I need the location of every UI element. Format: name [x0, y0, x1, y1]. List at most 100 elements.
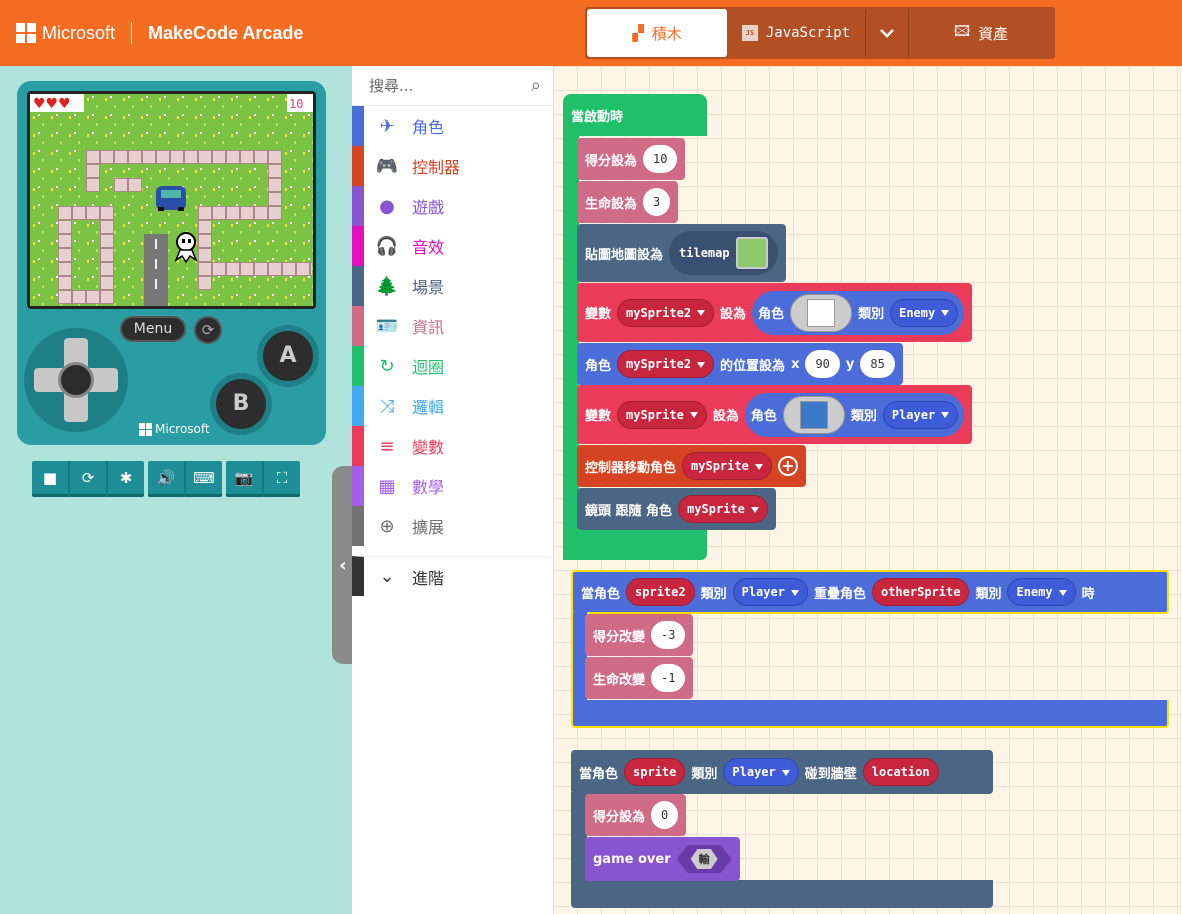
game-canvas[interactable]: ♥♥♥ 10 — [30, 94, 313, 306]
category-0[interactable]: ✈ 角色 — [352, 106, 553, 146]
add-icon[interactable]: + — [777, 456, 798, 476]
tilemap-thumbnail[interactable] — [735, 237, 768, 269]
change-life-block[interactable]: 生命改變 -1 — [585, 657, 694, 699]
label: 得分設為 — [593, 809, 646, 825]
life-change-input[interactable]: -1 — [651, 664, 686, 692]
category-icon: ▦ — [378, 475, 396, 497]
tab-assets[interactable]: 🖾 資產 — [909, 9, 1053, 57]
category-4[interactable]: 🌲 場景 — [352, 266, 553, 306]
label: 貼圖地圖設為 — [585, 247, 664, 263]
category-list: ✈ 角色 🎮 控制器 ● 遊戲 🎧 音效 🌲 場景 🪪 資訊 ↻ 迴圈 ⤨ 邏輯 ≡ 變數 ▦ 數學 ⊕ 擴展 ⌄ 進階 — [352, 106, 553, 596]
score-display: 10 — [289, 97, 303, 111]
joystick-center[interactable] — [58, 362, 94, 398]
tab-assets-label: 資產 — [978, 24, 1009, 43]
change-score-block[interactable]: 得分改變 -3 — [585, 614, 694, 656]
collapse-simulator-button[interactable]: ‹ — [332, 466, 354, 664]
category-9[interactable]: ▦ 數學 — [352, 466, 553, 506]
score-value-input[interactable]: 10 — [643, 145, 678, 173]
tilemap-field[interactable]: tilemap — [669, 231, 778, 275]
category-8[interactable]: ≡ 變數 — [352, 426, 553, 466]
set-mysprite-block[interactable]: 變數 mySprite 設為 角色 類別 Player — [577, 385, 973, 444]
search-icon[interactable]: ⌕ — [531, 75, 541, 96]
category-3[interactable]: 🎧 音效 — [352, 226, 553, 266]
menu-button[interactable]: Menu — [120, 316, 186, 342]
search-field[interactable]: 搜尋... ⌕ — [352, 66, 553, 106]
label: 重疊角色 — [813, 586, 866, 602]
brand[interactable]: Microsoft MakeCode Arcade — [16, 22, 303, 44]
life-value-input[interactable]: 3 — [643, 188, 671, 216]
sprite-dropdown[interactable]: mySprite — [682, 452, 772, 480]
category-label: 資訊 — [412, 318, 445, 337]
label: 當角色 — [581, 586, 621, 602]
tab-javascript[interactable]: JS JavaScript — [727, 9, 865, 57]
keyboard-icon[interactable]: ⌨ — [186, 461, 222, 497]
label: 變數 — [585, 307, 612, 322]
variable-dropdown[interactable]: mySprite — [617, 400, 707, 429]
sprite-dropdown[interactable]: mySprite2 — [617, 350, 715, 378]
other-sprite-param[interactable]: otherSprite — [871, 578, 970, 606]
sound-icon[interactable]: 🔊 — [148, 461, 184, 497]
player-image-field[interactable] — [782, 395, 845, 434]
set-mysprite2-block[interactable]: 變數 mySprite2 設為 角色 類別 Enemy — [577, 283, 973, 342]
on-start-block[interactable]: 當啟動時 — [563, 94, 707, 136]
category-label: 音效 — [412, 238, 445, 257]
blocks-workspace[interactable]: 當啟動時 得分設為 10 生命設為 3 貼圖地圖設為 tilemap 變數 mySpr… — [553, 66, 1182, 914]
move-sprite-block[interactable]: 控制器移動角色 mySprite + — [577, 445, 806, 487]
location-param[interactable]: location — [862, 758, 939, 786]
a-button[interactable]: A — [257, 325, 319, 387]
set-life-block[interactable]: 生命設為 3 — [577, 181, 679, 223]
on-overlap-block[interactable]: 當角色 sprite2 類別 Player 重疊角色 otherSprite 類別 Enemy… — [571, 570, 1169, 614]
category-label: 場景 — [412, 278, 445, 297]
score-value-input[interactable]: 0 — [651, 801, 679, 829]
category-icon: 🎧 — [375, 235, 399, 257]
restart-icon[interactable]: ⟳ — [70, 461, 106, 497]
camera-follow-block[interactable]: 鏡頭 跟隨 角色 mySprite — [577, 488, 776, 530]
microsoft-logo-icon — [16, 23, 36, 43]
kind-dropdown[interactable]: Player — [723, 758, 799, 786]
category-2[interactable]: ● 遊戲 — [352, 186, 553, 226]
stop-icon[interactable]: ■ — [32, 461, 68, 497]
sprite-param[interactable]: sprite — [624, 758, 686, 786]
sprite-param[interactable]: sprite2 — [626, 578, 695, 606]
kind-dropdown[interactable]: Enemy — [1007, 578, 1076, 606]
fullscreen-icon[interactable]: ⛶ — [264, 461, 300, 497]
set-tilemap-block[interactable]: 貼圖地圖設為 tilemap — [577, 224, 786, 282]
language-dropdown[interactable] — [865, 9, 909, 57]
kind-dropdown[interactable]: Player — [732, 578, 808, 606]
dpad[interactable] — [24, 328, 128, 432]
category-7[interactable]: ⤨ 邏輯 — [352, 386, 553, 426]
y-input[interactable]: 85 — [860, 350, 895, 378]
b-button[interactable]: B — [210, 373, 272, 435]
restart-icon[interactable]: ⟳ — [194, 316, 222, 344]
category-1[interactable]: 🎮 控制器 — [352, 146, 553, 186]
set-score-block[interactable]: 得分設為 10 — [577, 138, 686, 180]
category-5[interactable]: 🪪 資訊 — [352, 306, 553, 346]
score-change-input[interactable]: -3 — [651, 621, 686, 649]
label: 生命改變 — [593, 672, 646, 688]
game-screen[interactable]: ♥♥♥ 10 — [27, 91, 316, 309]
label: x — [791, 356, 800, 372]
game-over-block[interactable]: game over 輸 — [585, 837, 740, 881]
category-6[interactable]: ↻ 迴圈 — [352, 346, 553, 386]
kind-dropdown[interactable]: Enemy — [890, 298, 959, 327]
category-label: 擴展 — [412, 518, 445, 537]
on-hit-wall-block[interactable]: 當角色 sprite 類別 Player 碰到牆壁 location — [571, 750, 993, 794]
enemy-image-field[interactable] — [790, 293, 853, 332]
screenshot-icon[interactable]: 📷 — [226, 461, 262, 497]
category-11[interactable]: ⌄ 進階 — [352, 556, 553, 596]
tab-blocks[interactable]: ▞ 積木 — [587, 9, 727, 57]
set-score-zero-block[interactable]: 得分設為 0 — [585, 794, 687, 836]
kind-dropdown[interactable]: Player — [882, 400, 959, 429]
create-sprite-field[interactable]: 角色 類別 Enemy — [752, 290, 965, 335]
label: game over — [593, 851, 671, 867]
category-10[interactable]: ⊕ 擴展 — [352, 506, 553, 546]
set-position-block[interactable]: 角色 mySprite2 的位置設為 x 90 y 85 — [577, 343, 903, 385]
debug-icon[interactable]: ✱ — [108, 461, 144, 497]
variable-dropdown[interactable]: mySprite2 — [617, 298, 715, 327]
x-input[interactable]: 90 — [805, 350, 840, 378]
label: 的位置設為 — [720, 358, 786, 374]
label: 鏡頭 跟隨 角色 — [585, 503, 673, 519]
create-sprite-field[interactable]: 角色 類別 Player — [744, 392, 965, 437]
sprite-dropdown[interactable]: mySprite — [678, 495, 768, 523]
lose-toggle[interactable]: 輸 — [676, 845, 732, 873]
